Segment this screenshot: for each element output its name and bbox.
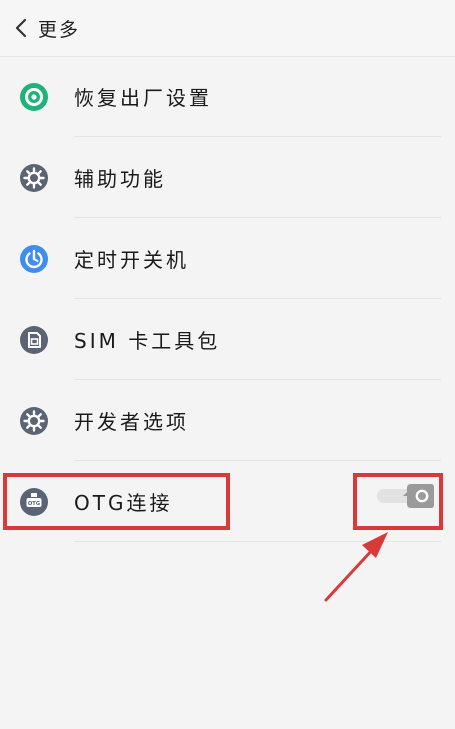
annotation-arrow-icon <box>324 532 388 602</box>
